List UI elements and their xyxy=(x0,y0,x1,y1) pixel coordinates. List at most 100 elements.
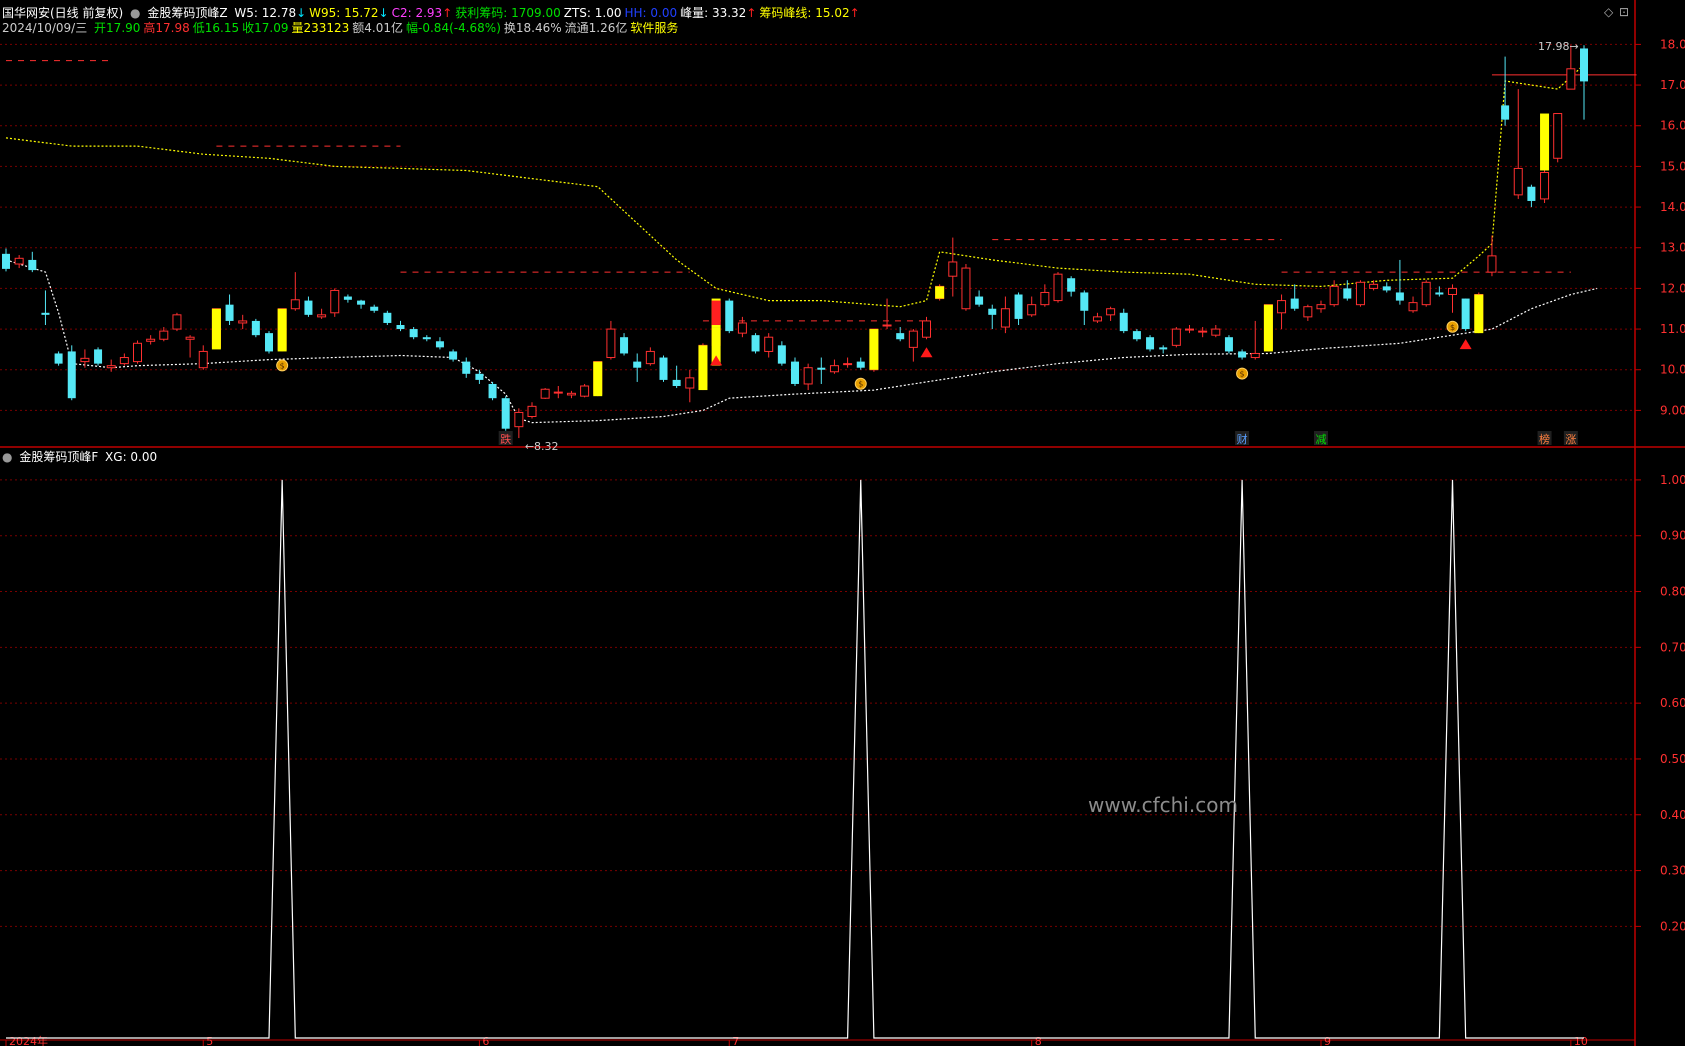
candle-body-down xyxy=(1224,337,1233,352)
ohlc-value-5: 额4.01亿 xyxy=(352,21,404,35)
candle-body-up xyxy=(553,391,563,394)
chip-highlight-bar xyxy=(1474,294,1484,334)
candle-body-down xyxy=(791,361,799,384)
candle-body-down xyxy=(1238,351,1247,358)
candle-body-up xyxy=(1513,167,1523,196)
ohlc-value-1: 高17.98 xyxy=(143,21,190,35)
chip-highlight-bar xyxy=(869,329,879,370)
sub-indicator-name[interactable]: 金股筹码顶峰F xyxy=(19,450,98,464)
candle-body-down xyxy=(265,333,273,352)
candle-body-down xyxy=(1435,292,1444,295)
chip-highlight-bar xyxy=(1263,304,1273,352)
candle-body-down xyxy=(449,351,458,360)
candle-body-down xyxy=(343,296,352,300)
candle-body-down xyxy=(422,337,431,340)
candle-body-down xyxy=(896,333,905,340)
indicator-value-7: 筹码峰线: 15.02 xyxy=(759,6,850,20)
candle-body-up xyxy=(1487,255,1497,273)
candle-body-up xyxy=(566,392,576,396)
candle-body-down xyxy=(409,329,418,338)
main-y-tick-label: 14.00 xyxy=(1660,200,1685,214)
candle-body-up xyxy=(1092,316,1102,322)
candle-body-down xyxy=(777,345,786,364)
x-tick-label: 6 xyxy=(482,1035,489,1046)
candle-body-up xyxy=(172,314,182,330)
candle-body-down xyxy=(383,312,392,323)
candle-body-down xyxy=(1146,337,1155,350)
candle-body-up xyxy=(764,336,774,352)
main-y-tick-label: 11.00 xyxy=(1660,322,1685,336)
main-y-tick-label: 18.00 xyxy=(1660,37,1685,51)
candle-body-up xyxy=(317,314,327,318)
candle-body-down xyxy=(672,379,681,386)
candle-body-up xyxy=(185,336,195,340)
candle-body-up xyxy=(961,267,971,310)
x-tick-label: 2024年 xyxy=(9,1034,48,1046)
candle-body-up xyxy=(580,385,590,397)
candle-body-up xyxy=(14,257,24,265)
candle-body-down xyxy=(435,341,444,348)
event-label: 跌 xyxy=(500,432,511,446)
diamond-icon[interactable]: ◇ xyxy=(1604,5,1613,19)
candle-body-up xyxy=(1185,328,1194,331)
candle-body-up xyxy=(1303,306,1313,318)
candle-body-up xyxy=(843,363,853,366)
collapse-icon[interactable]: ● xyxy=(2,450,12,464)
candle-body-up xyxy=(238,320,248,324)
sub-y-tick-label: 0.40 xyxy=(1660,808,1685,822)
indicator-value-2: C2: 2.93 xyxy=(391,6,443,20)
candle-body-down xyxy=(817,367,826,370)
window-toggle-icon[interactable]: ⊡ xyxy=(1619,5,1629,19)
candle-body-down xyxy=(370,306,379,311)
candle-body-down xyxy=(28,259,37,271)
main-y-tick-label: 13.00 xyxy=(1660,241,1685,255)
chip-highlight-bar xyxy=(935,286,945,299)
main-indicator-name[interactable]: 金股筹码顶峰Z xyxy=(147,6,227,20)
candle-body-up xyxy=(1421,281,1431,306)
candle-body-down xyxy=(501,398,510,429)
collapse-icon[interactable]: ● xyxy=(130,6,140,20)
high-price-annotation: 17.98→ xyxy=(1538,40,1579,53)
candle-body-up xyxy=(330,289,340,314)
main-y-tick-label: 15.00 xyxy=(1660,159,1685,173)
money-bag-glyph: $ xyxy=(1240,370,1245,379)
candle-body-up xyxy=(527,405,537,418)
x-tick-label: 5 xyxy=(206,1035,213,1046)
candle-body-up xyxy=(1277,300,1287,314)
candle-body-down xyxy=(225,304,234,321)
candle-body-down xyxy=(251,320,260,336)
indicator-value-5: HH: 0.00 xyxy=(624,6,678,20)
candle-body-up xyxy=(1369,283,1379,289)
stock-chart-canvas: 9.00 10.00 11.00 12.00 13.00 14.00 15.00 16.00 1… xyxy=(0,0,1685,1046)
candle-body-up xyxy=(1027,304,1037,316)
candle-body-down xyxy=(1395,292,1404,301)
candle-body-down xyxy=(988,308,997,315)
candle-body-down xyxy=(67,351,76,399)
candle-body-up xyxy=(1553,113,1563,159)
sub-y-tick-label: 0.20 xyxy=(1660,919,1685,933)
candle-body-up xyxy=(1566,68,1576,90)
candle-body-down xyxy=(475,373,484,380)
candle-body-up xyxy=(290,299,300,310)
event-label: 涨 xyxy=(1565,433,1576,446)
indicator-value-6: 峰量: 33.32 xyxy=(680,6,747,20)
candle-body-down xyxy=(1014,294,1023,319)
candle-body-down xyxy=(1343,288,1352,299)
ohlc-info-line: 2024/10/09/三 开17.90 高17.98 低16.15 收17.09 量23… xyxy=(2,21,684,36)
candle-body-down xyxy=(1159,347,1168,350)
signal-red-bar xyxy=(711,300,721,325)
money-bag-glyph: $ xyxy=(1450,323,1455,332)
trend-arrow-icon: ↑ xyxy=(442,6,453,20)
candle-body-up xyxy=(737,322,747,334)
ohlc-value-7: 换18.46% xyxy=(503,21,562,35)
x-tick-label: 7 xyxy=(732,1035,739,1046)
main-y-tick-label: 10.00 xyxy=(1660,363,1685,377)
trend-arrow-icon: ↑ xyxy=(849,6,860,20)
candle-body-down xyxy=(1119,312,1128,332)
candle-body-up xyxy=(606,328,616,359)
trend-arrow-icon: ↓ xyxy=(296,6,307,20)
candle-body-down xyxy=(620,337,629,354)
candle-body-down xyxy=(1290,298,1299,309)
candle-body-down xyxy=(751,335,760,352)
security-name[interactable]: 国华网安(日线 前复权) xyxy=(2,6,123,20)
